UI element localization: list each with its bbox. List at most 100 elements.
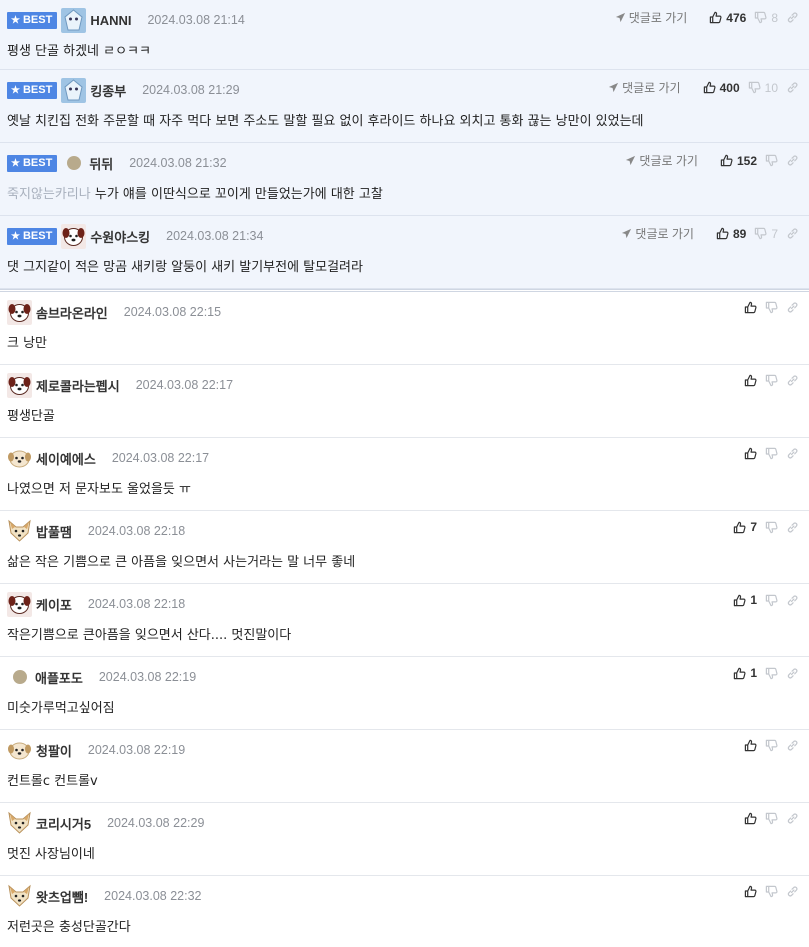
comment-date: 2024.03.08 22:32 xyxy=(104,889,202,903)
nickname[interactable]: 뒤뒤 xyxy=(89,154,113,173)
upvote-button[interactable] xyxy=(744,739,757,752)
comment-mention[interactable]: 죽지않는카리나 xyxy=(7,187,91,202)
link-icon xyxy=(787,521,798,532)
share-link-button[interactable] xyxy=(786,227,799,240)
share-link-button[interactable] xyxy=(786,81,799,94)
nickname[interactable]: 킹종부 xyxy=(90,81,126,100)
downvote-button[interactable] xyxy=(765,812,778,825)
nickname[interactable]: 왓츠업뺌! xyxy=(36,887,88,906)
downvote-button[interactable] xyxy=(765,885,778,898)
downvote-button[interactable] xyxy=(765,154,778,167)
share-link-button[interactable] xyxy=(786,374,799,387)
go-to-reply-link[interactable]: 댓글로 가기 xyxy=(608,79,681,96)
downvote-button[interactable] xyxy=(765,594,778,607)
upvote-button[interactable]: 89 xyxy=(716,227,746,241)
share-link-button[interactable] xyxy=(786,594,799,607)
nickname[interactable]: 청팔이 xyxy=(36,741,72,760)
comment-actions: 7 xyxy=(725,520,799,534)
upvote-button[interactable]: 400 xyxy=(703,81,740,95)
upvote-count: 7 xyxy=(750,520,757,534)
thumbs-down-icon xyxy=(755,11,767,24)
avatar[interactable] xyxy=(7,445,32,471)
upvote-button[interactable]: 7 xyxy=(733,520,757,534)
thumbs-down-icon xyxy=(748,81,761,94)
nickname[interactable]: HANNI xyxy=(90,13,131,28)
reply-label: 댓글로 가기 xyxy=(628,11,688,25)
nickname[interactable]: 솜브라온라인 xyxy=(36,303,108,322)
comment-actions xyxy=(736,301,799,314)
comment-header: ★ BEST HANNI 2024.03.08 21:14 xyxy=(7,7,245,33)
share-link-button[interactable] xyxy=(786,739,799,752)
downvote-button[interactable]: 8 xyxy=(754,11,778,25)
comment-text: 작은기쁨으로 큰아픔을 잊으면서 산다.... 멋진말이다 xyxy=(7,628,292,643)
comment-body: 미숫가루먹고싶어짐 xyxy=(7,697,115,716)
nickname[interactable]: 수원야스킹 xyxy=(90,227,150,246)
best-comment-item: ★ BEST 수원야스킹 2024.03.08 21:34 댓 그지같이 적은 망… xyxy=(0,216,809,289)
avatar[interactable] xyxy=(67,156,82,170)
avatar[interactable] xyxy=(7,299,32,325)
nickname[interactable]: 코리시거5 xyxy=(36,814,91,833)
comment-body: 작은기쁨으로 큰아픔을 잊으면서 산다.... 멋진말이다 xyxy=(7,624,291,643)
comment-item: 애플포도 2024.03.08 22:19 미숫가루먹고싶어짐 1 xyxy=(0,657,809,730)
comment-text: 누가 얘를 이딴식으로 꼬이게 만들었는가에 대한 고찰 xyxy=(94,187,383,202)
downvote-button[interactable] xyxy=(765,521,778,534)
nickname[interactable]: 케이포 xyxy=(36,595,72,614)
share-link-button[interactable] xyxy=(786,885,799,898)
avatar[interactable] xyxy=(7,372,32,398)
upvote-button[interactable]: 1 xyxy=(733,593,757,607)
thumbs-up-icon xyxy=(744,374,757,387)
go-to-reply-link[interactable]: 댓글로 가기 xyxy=(625,152,698,169)
go-to-reply-link[interactable]: 댓글로 가기 xyxy=(615,9,688,26)
share-link-button[interactable] xyxy=(786,447,799,460)
downvote-button[interactable] xyxy=(765,374,778,387)
share-link-button[interactable] xyxy=(786,521,799,534)
link-icon xyxy=(787,448,798,459)
share-link-button[interactable] xyxy=(786,11,799,24)
downvote-button[interactable] xyxy=(765,739,778,752)
share-link-button[interactable] xyxy=(786,667,799,680)
avatar[interactable] xyxy=(7,518,32,544)
thumbs-down-icon xyxy=(765,812,778,825)
upvote-button[interactable]: 152 xyxy=(720,154,757,168)
avatar[interactable] xyxy=(61,77,87,103)
comment-actions: 댓글로 가기 476 8 xyxy=(615,9,799,26)
avatar[interactable] xyxy=(7,591,32,617)
comment-header: ★ BEST 뒤뒤 2024.03.08 21:32 xyxy=(7,151,227,175)
link-icon xyxy=(787,155,798,166)
go-to-reply-link[interactable]: 댓글로 가기 xyxy=(621,225,694,242)
downvote-button[interactable] xyxy=(765,667,778,680)
nickname[interactable]: 밥풀땜 xyxy=(36,522,72,541)
best-comment-item: ★ BEST 뒤뒤 2024.03.08 21:32 죽지않는카리나 누가 얘를 … xyxy=(0,143,809,216)
downvote-button[interactable] xyxy=(765,301,778,314)
nickname[interactable]: 세이예에스 xyxy=(36,449,96,468)
avatar[interactable] xyxy=(61,7,87,33)
avatar[interactable] xyxy=(13,670,27,684)
downvote-button[interactable]: 7 xyxy=(754,227,778,241)
comment-body: 죽지않는카리나 누가 얘를 이딴식으로 꼬이게 만들었는가에 대한 고찰 xyxy=(7,183,383,202)
upvote-button[interactable] xyxy=(744,301,757,314)
avatar[interactable] xyxy=(7,810,32,836)
upvote-button[interactable] xyxy=(744,812,757,825)
upvote-button[interactable] xyxy=(744,374,757,387)
nickname[interactable]: 제로콜라는펩시 xyxy=(36,376,120,395)
upvote-button[interactable] xyxy=(744,447,757,460)
avatar[interactable] xyxy=(7,737,32,763)
share-link-button[interactable] xyxy=(786,154,799,167)
comment-date: 2024.03.08 22:29 xyxy=(107,816,205,830)
comment-body: 삶은 작은 기쁨으로 큰 아픔을 잊으면서 사는거라는 말 너무 좋네 xyxy=(7,551,355,570)
comment-body: 평생단골 xyxy=(7,405,55,424)
downvote-button[interactable]: 10 xyxy=(748,81,778,95)
share-link-button[interactable] xyxy=(786,301,799,314)
comment-text: 옛날 치킨집 전화 주문할 때 자주 먹다 보면 주소도 말할 필요 없이 후라… xyxy=(7,114,644,129)
downvote-button[interactable] xyxy=(765,447,778,460)
comment-text: 나였으면 저 문자보도 울었을듯 ㅠ xyxy=(7,482,191,497)
share-link-button[interactable] xyxy=(786,812,799,825)
send-icon xyxy=(615,12,625,23)
upvote-button[interactable]: 476 xyxy=(709,11,746,25)
thumbs-down-icon xyxy=(765,301,778,314)
upvote-button[interactable]: 1 xyxy=(733,666,757,680)
avatar[interactable] xyxy=(61,223,87,249)
avatar[interactable] xyxy=(7,883,32,909)
nickname[interactable]: 애플포도 xyxy=(35,668,83,687)
upvote-button[interactable] xyxy=(744,885,757,898)
